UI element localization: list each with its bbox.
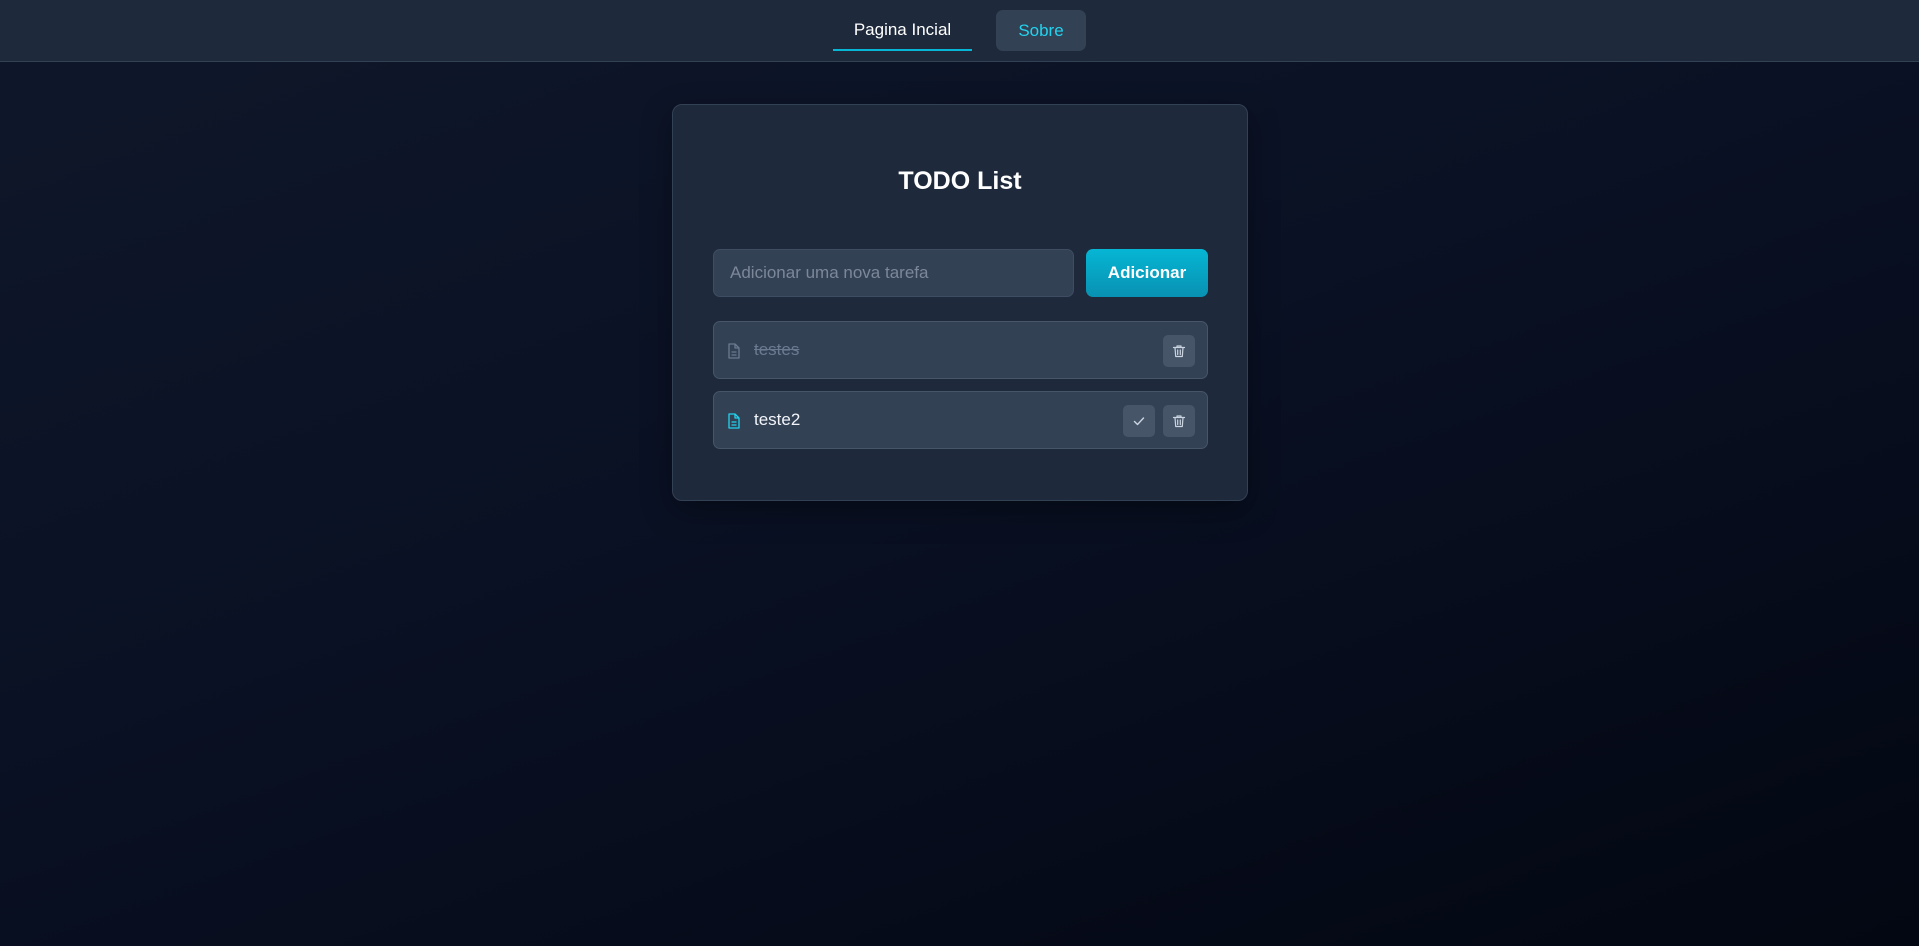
check-icon: [1133, 417, 1145, 426]
delete-task-button[interactable]: [1163, 335, 1195, 367]
trash-icon: [1172, 345, 1186, 358]
trash-icon: [1172, 415, 1186, 428]
document-icon: [728, 343, 740, 359]
complete-task-button[interactable]: [1123, 405, 1155, 437]
new-task-input[interactable]: [713, 249, 1074, 297]
task-item: teste2: [713, 391, 1208, 449]
task-text: testes: [754, 340, 800, 359]
task-text: teste2: [754, 410, 801, 429]
page-title: TODO List: [898, 167, 1022, 195]
nav-link-about[interactable]: Sobre: [996, 10, 1086, 51]
delete-task-button[interactable]: [1163, 405, 1195, 437]
add-task-button[interactable]: Adicionar: [1086, 249, 1208, 297]
todo-card: TODO List Adicionar testes teste2: [672, 104, 1248, 501]
nav-link-home[interactable]: Pagina Incial: [833, 10, 972, 51]
top-navigation-bar: Pagina Incial Sobre: [0, 0, 1919, 62]
document-icon: [728, 413, 740, 429]
task-item: testes: [713, 321, 1208, 379]
